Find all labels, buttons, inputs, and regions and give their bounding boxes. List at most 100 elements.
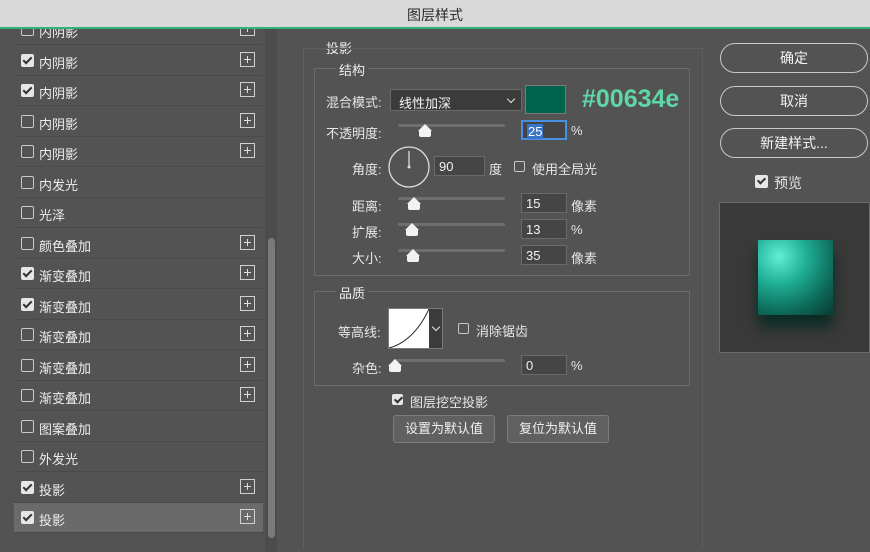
layer-style-checkbox[interactable] — [21, 29, 34, 36]
layer-style-label: 内发光 — [39, 177, 79, 193]
layer-style-label: 渐变叠加 — [39, 330, 92, 345]
layer-style-label: 内阴影 — [39, 116, 79, 132]
layer-style-label: 投影 — [39, 513, 66, 528]
chevron-down-icon — [431, 322, 441, 332]
layer-style-label: 渐变叠加 — [39, 299, 92, 315]
layer-style-row[interactable]: 渐变叠加 — [14, 381, 263, 411]
layer-style-label: 内阴影 — [39, 86, 79, 101]
opacity-value: 25 — [527, 124, 544, 139]
size-input[interactable]: 35 — [521, 245, 567, 265]
layer-style-checkbox[interactable] — [21, 358, 34, 372]
noise-input[interactable]: 0 — [521, 355, 567, 375]
layer-style-checkbox[interactable] — [21, 175, 34, 189]
layer-style-label: 图案叠加 — [39, 421, 92, 437]
spread-unit: % — [571, 222, 583, 237]
layer-style-row[interactable]: 渐变叠加 — [14, 289, 263, 320]
size-unit: 像素 — [571, 251, 598, 266]
add-effect-icon[interactable] — [240, 82, 255, 97]
reset-default-button[interactable]: 复位为默认值 — [507, 415, 609, 443]
layer-style-checkbox[interactable] — [21, 236, 34, 250]
layer-style-row[interactable]: 渐变叠加 — [14, 320, 263, 350]
layer-style-checkbox[interactable] — [21, 53, 34, 67]
structure-title: 结构 — [336, 60, 369, 79]
add-effect-icon[interactable] — [240, 509, 255, 524]
distance-input[interactable]: 15 — [521, 193, 567, 213]
spread-label: 扩展: — [352, 225, 382, 240]
global-light-checkbox[interactable] — [514, 161, 525, 172]
angle-value: 90 — [439, 159, 454, 174]
layer-style-checkbox[interactable] — [21, 450, 34, 463]
preview-checkbox[interactable] — [755, 175, 768, 188]
chevron-down-icon — [506, 94, 516, 104]
ok-button[interactable]: 确定 — [720, 43, 868, 73]
preview-square — [758, 240, 833, 315]
title-bar: 图层样式 — [0, 0, 870, 28]
layer-style-checkbox[interactable] — [21, 480, 34, 494]
opacity-input[interactable]: 25 — [521, 120, 567, 140]
layer-style-row[interactable]: 外发光 — [14, 442, 263, 472]
add-effect-icon[interactable] — [240, 478, 255, 494]
global-light-label: 使用全局光 — [532, 162, 598, 177]
layer-style-checkbox[interactable] — [21, 267, 34, 280]
layer-style-checkbox[interactable] — [21, 328, 34, 341]
layer-style-row[interactable]: 颜色叠加 — [14, 228, 263, 259]
layer-style-checkbox[interactable] — [21, 84, 34, 97]
layer-style-checkbox[interactable] — [21, 297, 34, 311]
layer-style-row[interactable]: 内发光 — [14, 167, 263, 198]
add-effect-icon[interactable] — [240, 234, 255, 250]
set-default-button[interactable]: 设置为默认值 — [393, 415, 495, 443]
add-effect-icon[interactable] — [240, 51, 255, 67]
list-scrollbar-thumb[interactable] — [268, 238, 275, 538]
layer-style-checkbox[interactable] — [21, 145, 34, 158]
layer-style-row[interactable]: 内阴影 — [14, 29, 263, 45]
layer-style-checkbox[interactable] — [21, 389, 34, 402]
layer-style-label: 内阴影 — [39, 147, 79, 162]
knockout-checkbox[interactable] — [392, 394, 403, 405]
add-effect-icon[interactable] — [240, 143, 255, 158]
blend-mode-select[interactable]: 线性加深 — [390, 89, 522, 111]
distance-value: 15 — [526, 196, 541, 211]
layer-style-label: 渐变叠加 — [39, 360, 92, 376]
layer-style-label: 内阴影 — [39, 55, 79, 71]
layer-style-row[interactable]: 内阴影 — [14, 137, 263, 167]
contour-picker[interactable] — [388, 308, 443, 349]
antialias-checkbox[interactable] — [458, 323, 469, 334]
layer-style-checkbox[interactable] — [21, 511, 34, 524]
layer-style-row[interactable]: 渐变叠加 — [14, 259, 263, 289]
new-style-button[interactable]: 新建样式... — [720, 128, 868, 158]
angle-input[interactable]: 90 — [434, 156, 485, 176]
shadow-color-swatch[interactable] — [525, 85, 566, 114]
layer-style-row[interactable]: 渐变叠加 — [14, 350, 263, 381]
layer-style-checkbox[interactable] — [21, 206, 34, 219]
add-effect-icon[interactable] — [240, 265, 255, 280]
add-effect-icon[interactable] — [240, 112, 255, 128]
noise-slider-track[interactable] — [393, 359, 505, 362]
add-effect-icon[interactable] — [240, 295, 255, 311]
add-effect-icon[interactable] — [240, 356, 255, 372]
add-effect-icon[interactable] — [240, 29, 255, 36]
add-effect-icon[interactable] — [240, 387, 255, 402]
layer-style-row[interactable]: 内阴影 — [14, 106, 263, 137]
layer-style-row[interactable]: 投影 — [14, 503, 263, 533]
cancel-button[interactable]: 取消 — [720, 86, 868, 116]
layer-style-checkbox[interactable] — [21, 114, 34, 128]
opacity-label: 不透明度: — [326, 126, 382, 141]
opacity-slider-track[interactable] — [398, 124, 505, 127]
layer-style-row[interactable]: 内阴影 — [14, 76, 263, 106]
layer-style-label: 投影 — [39, 482, 66, 498]
layer-style-row[interactable]: 图案叠加 — [14, 411, 263, 442]
layer-style-row[interactable]: 内阴影 — [14, 45, 263, 76]
antialias-label: 消除锯齿 — [476, 324, 529, 339]
angle-dial[interactable] — [387, 145, 431, 189]
layer-style-row[interactable]: 投影 — [14, 472, 263, 503]
size-value: 35 — [526, 248, 541, 263]
layer-style-row[interactable]: 光泽 — [14, 198, 263, 228]
layer-style-checkbox[interactable] — [21, 419, 34, 433]
distance-label: 距离: — [352, 199, 382, 214]
blend-mode-value: 线性加深 — [399, 96, 452, 111]
knockout-label: 图层挖空投影 — [410, 395, 489, 410]
spread-input[interactable]: 13 — [521, 219, 567, 239]
angle-label: 角度: — [352, 162, 382, 177]
add-effect-icon[interactable] — [240, 326, 255, 341]
spread-value: 13 — [526, 222, 541, 237]
